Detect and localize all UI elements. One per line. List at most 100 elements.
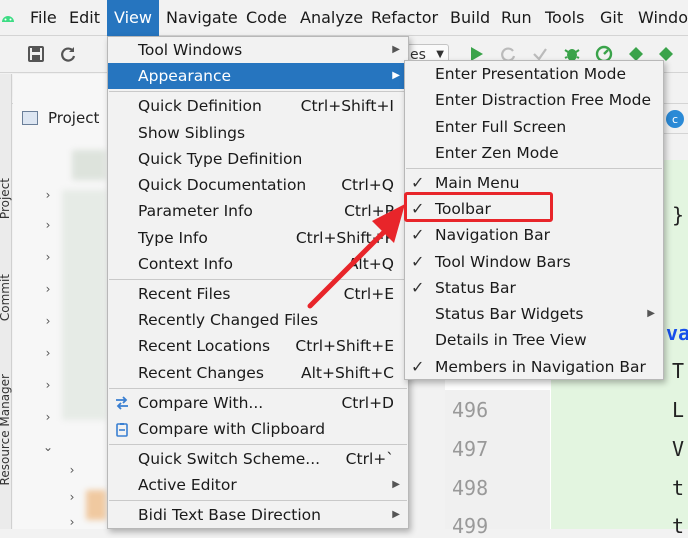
menu-item-label: Details in Tree View xyxy=(435,331,587,349)
menu-item-label: Bidi Text Base Direction xyxy=(138,506,321,524)
menu-item-quick-switch-scheme[interactable]: Quick Switch Scheme... Ctrl+` xyxy=(108,446,408,472)
submenu-arrow-icon: ▶ xyxy=(392,44,400,55)
line-number: 499 xyxy=(452,514,489,538)
menu-item-navigation-bar[interactable]: ✓ Navigation Bar xyxy=(405,222,663,248)
menu-run[interactable]: Run xyxy=(497,0,536,36)
menu-item-shortcut: Ctrl+Shift+E xyxy=(295,337,394,355)
menu-item-label: Appearance xyxy=(138,67,232,85)
menu-item-appearance[interactable]: Appearance ▶ xyxy=(108,63,408,89)
checkmark-icon: ✓ xyxy=(411,357,425,376)
code-brace: } xyxy=(672,203,685,227)
menu-item-recent-changes[interactable]: Recent Changes Alt+Shift+C xyxy=(108,360,408,386)
menu-item-label: Show Siblings xyxy=(138,124,246,142)
menu-item-status-bar[interactable]: ✓ Status Bar xyxy=(405,275,663,301)
menu-item-label: Enter Distraction Free Mode xyxy=(435,91,651,109)
menu-edit[interactable]: Edit xyxy=(65,0,104,36)
sync-icon[interactable] xyxy=(58,44,78,64)
menu-item-compare-with-clipboard[interactable]: Compare with Clipboard xyxy=(108,416,408,442)
menu-item-label: Recent Locations xyxy=(138,337,271,355)
menu-item-label: Enter Full Screen xyxy=(435,118,567,136)
menu-item-tool-windows[interactable]: Tool Windows ▶ xyxy=(108,37,408,63)
submenu-arrow-icon: ▶ xyxy=(392,509,400,520)
code-text: t xyxy=(672,514,685,538)
menu-navigate[interactable]: Navigate xyxy=(162,0,242,36)
menu-window[interactable]: Window xyxy=(634,0,688,36)
menu-item-shortcut: Alt+Shift+C xyxy=(300,364,394,382)
resource-manager-tool-tab[interactable]: Resource Manager xyxy=(0,374,12,485)
menu-separator xyxy=(406,168,662,169)
menu-file[interactable]: File xyxy=(26,0,61,36)
submenu-arrow-icon: ▶ xyxy=(647,308,655,319)
menu-item-label: Enter Zen Mode xyxy=(435,144,559,162)
menu-tools[interactable]: Tools xyxy=(541,0,588,36)
expand-chevron-icon[interactable]: ⌄ xyxy=(42,440,54,454)
menu-item-label: Quick Definition xyxy=(138,97,262,115)
line-number: 497 xyxy=(452,437,489,461)
expand-chevron-icon[interactable]: › xyxy=(42,282,54,296)
line-number: 496 xyxy=(452,398,489,422)
menu-item-label: Tool Windows xyxy=(138,41,243,59)
menu-item-status-bar-widgets[interactable]: Status Bar Widgets ▶ xyxy=(405,301,663,327)
menu-analyze[interactable]: Analyze xyxy=(296,0,367,36)
menu-item-label: Members in Navigation Bar xyxy=(435,358,646,376)
menu-item-enter-zen-mode[interactable]: Enter Zen Mode xyxy=(405,140,663,166)
expand-chevron-icon[interactable]: › xyxy=(66,463,78,477)
menu-item-enter-presentation-mode[interactable]: Enter Presentation Mode xyxy=(405,61,663,87)
project-tool-tab[interactable]: Project xyxy=(0,178,12,219)
expand-chevron-icon[interactable]: › xyxy=(66,515,78,529)
project-folder-icon xyxy=(22,111,38,125)
expand-chevron-icon[interactable]: › xyxy=(42,346,54,360)
menu-separator xyxy=(109,500,407,501)
menu-item-label: Status Bar xyxy=(435,279,516,297)
menu-build[interactable]: Build xyxy=(446,0,494,36)
editor-tab-file-icon[interactable]: c xyxy=(664,108,686,130)
expand-chevron-icon[interactable]: › xyxy=(42,188,54,202)
menu-separator xyxy=(109,91,407,92)
menu-item-quick-definition[interactable]: Quick Definition Ctrl+Shift+I xyxy=(108,93,408,119)
project-panel-title: Project xyxy=(48,109,100,127)
code-text: V xyxy=(672,437,685,461)
menu-item-shortcut: Ctrl+` xyxy=(345,450,394,468)
menu-item-label: Quick Type Definition xyxy=(138,150,303,168)
menu-refactor[interactable]: Refactor xyxy=(367,0,442,36)
annotation-arrow-icon xyxy=(307,204,405,309)
commit-tool-tab[interactable]: Commit xyxy=(0,274,12,321)
menu-item-label: Enter Presentation Mode xyxy=(435,65,627,83)
submenu-arrow-icon: ▶ xyxy=(392,70,400,81)
expand-chevron-icon[interactable]: › xyxy=(42,378,54,392)
expand-chevron-icon[interactable]: › xyxy=(42,410,54,424)
save-icon[interactable] xyxy=(26,44,46,64)
menu-item-enter-full-screen[interactable]: Enter Full Screen xyxy=(405,114,663,140)
menu-item-shortcut: Ctrl+Shift+I xyxy=(300,97,394,115)
menu-separator xyxy=(109,388,407,389)
menu-item-label: Recently Changed Files xyxy=(138,311,319,329)
menu-item-compare-with[interactable]: Compare With... Ctrl+D xyxy=(108,390,408,416)
menu-item-quick-type-definition[interactable]: Quick Type Definition xyxy=(108,146,408,172)
menu-item-label: Compare With... xyxy=(138,394,264,412)
menu-git[interactable]: Git xyxy=(596,0,627,36)
expand-chevron-icon[interactable]: › xyxy=(42,250,54,264)
menu-item-label: Recent Changes xyxy=(138,364,264,382)
menu-item-active-editor[interactable]: Active Editor ▶ xyxy=(108,472,408,498)
menu-item-bidi-text-base-direction[interactable]: Bidi Text Base Direction ▶ xyxy=(108,502,408,528)
menu-item-members-in-navigation-bar[interactable]: ✓ Members in Navigation Bar xyxy=(405,354,663,380)
expand-chevron-icon[interactable]: › xyxy=(66,490,78,504)
compare-clipboard-icon xyxy=(116,423,128,437)
expand-chevron-icon[interactable]: › xyxy=(42,218,54,232)
expand-chevron-icon[interactable]: › xyxy=(42,314,54,328)
menu-item-enter-distraction-free-mode[interactable]: Enter Distraction Free Mode xyxy=(405,87,663,113)
menu-item-details-in-tree-view[interactable]: Details in Tree View xyxy=(405,327,663,353)
menu-item-label: Tool Window Bars xyxy=(435,253,571,271)
menu-bar: File Edit View Navigate Code Analyze Ref… xyxy=(0,0,688,36)
menu-code[interactable]: Code xyxy=(242,0,291,36)
menu-item-label: Status Bar Widgets xyxy=(435,305,584,323)
annotation-highlight-box xyxy=(404,192,553,222)
menu-item-tool-window-bars[interactable]: ✓ Tool Window Bars xyxy=(405,249,663,275)
menu-item-recent-locations[interactable]: Recent Locations Ctrl+Shift+E xyxy=(108,333,408,359)
menu-item-show-siblings[interactable]: Show Siblings xyxy=(108,120,408,146)
menu-item-label: Active Editor xyxy=(138,476,237,494)
menu-view[interactable]: View xyxy=(107,0,159,36)
blurred-tree-item xyxy=(72,150,106,180)
menu-item-label: Type Info xyxy=(138,229,208,247)
menu-item-label: Navigation Bar xyxy=(435,226,551,244)
